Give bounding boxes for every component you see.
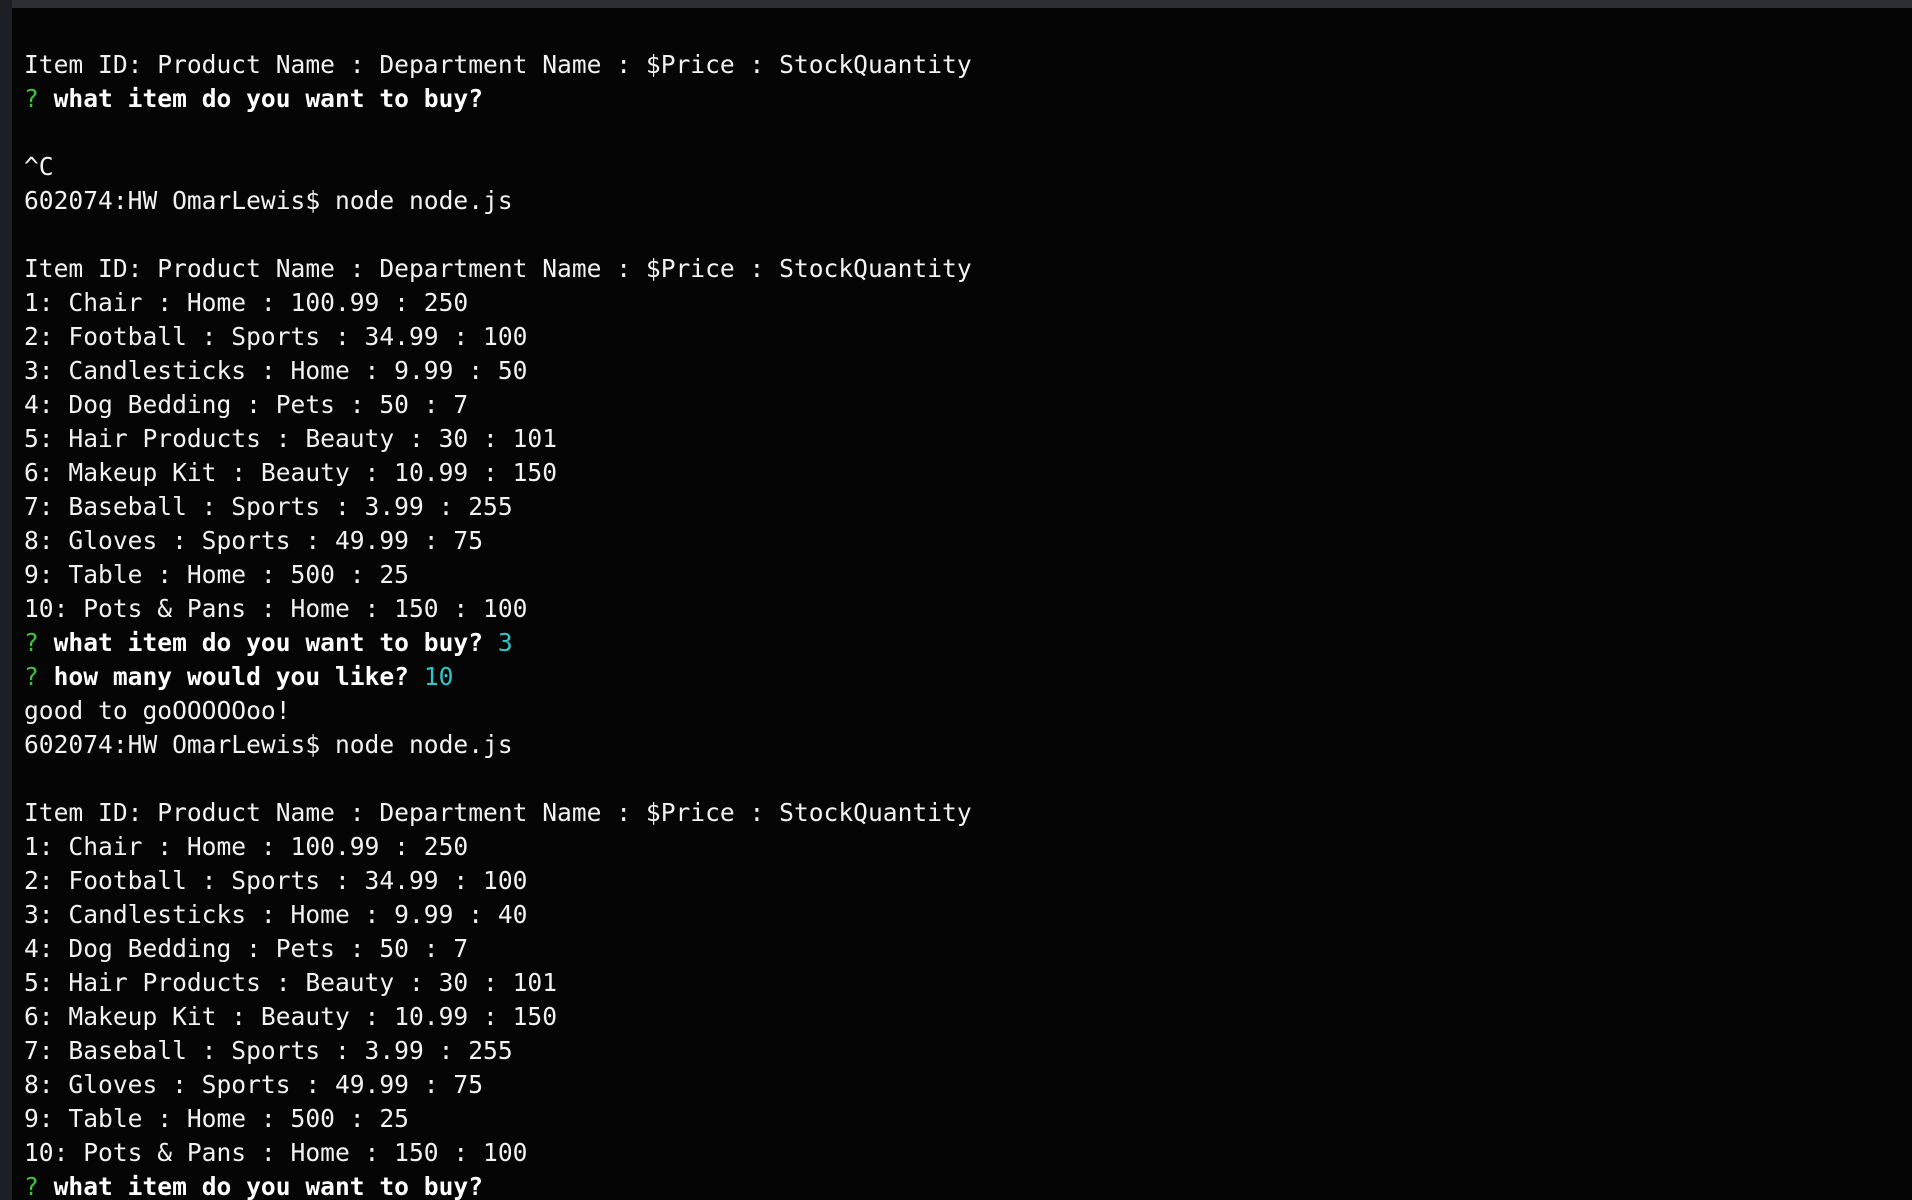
output-line: 7: Baseball : Sports : 3.99 : 255 (24, 1036, 513, 1065)
output-line: Item ID: Product Name : Department Name … (24, 254, 972, 283)
output-line: 1: Chair : Home : 100.99 : 250 (24, 288, 469, 317)
output-line: 4: Dog Bedding : Pets : 50 : 7 (24, 934, 469, 963)
answer-text: 3 (497, 628, 513, 657)
output-line: 3: Candlesticks : Home : 9.99 : 40 (24, 900, 528, 929)
output-line: 9: Table : Home : 500 : 25 (24, 560, 409, 589)
output-line: 1: Chair : Home : 100.99 : 250 (24, 832, 469, 861)
output-line: 6: Makeup Kit : Beauty : 10.99 : 150 (24, 458, 558, 487)
output-line: 2: Football : Sports : 34.99 : 100 (24, 866, 528, 895)
output-line: 9: Table : Home : 500 : 25 (24, 1104, 409, 1133)
window-left-edge (0, 0, 12, 1200)
question-text: what item do you want to buy? (53, 1172, 484, 1200)
question-text: what item do you want to buy? (53, 84, 484, 113)
output-line: 8: Gloves : Sports : 49.99 : 75 (24, 1070, 484, 1099)
terminal-output: Item ID: Product Name : Department Name … (24, 48, 1912, 1200)
output-line: 2: Football : Sports : 34.99 : 100 (24, 322, 528, 351)
prompt-question-line: ? what item do you want to buy? 3 (24, 626, 1912, 660)
output-line: 5: Hair Products : Beauty : 30 : 101 (24, 968, 558, 997)
prompt-question-line: ? what item do you want to buy? (24, 1170, 1912, 1200)
output-line: good to goOOOOOoo! (24, 696, 291, 725)
question-mark-icon: ? (24, 84, 39, 113)
question-text: what item do you want to buy? (53, 628, 484, 657)
answer-text: 10 (423, 662, 454, 691)
output-line: ^C (24, 152, 54, 181)
output-line: 3: Candlesticks : Home : 9.99 : 50 (24, 356, 528, 385)
question-mark-icon: ? (24, 628, 39, 657)
output-line: 4: Dog Bedding : Pets : 50 : 7 (24, 390, 469, 419)
question-mark-icon: ? (24, 1172, 39, 1200)
output-line: 10: Pots & Pans : Home : 150 : 100 (24, 1138, 528, 1167)
question-text: how many would you like? (53, 662, 409, 691)
window-top-edge (0, 0, 1912, 8)
output-line: Item ID: Product Name : Department Name … (24, 50, 972, 79)
question-mark-icon: ? (24, 662, 39, 691)
prompt-question-line: ? how many would you like? 10 (24, 660, 1912, 694)
output-line: Item ID: Product Name : Department Name … (24, 798, 972, 827)
output-line: 5: Hair Products : Beauty : 30 : 101 (24, 424, 558, 453)
output-line: 602074:HW OmarLewis$ node node.js (24, 730, 513, 759)
output-line: 8: Gloves : Sports : 49.99 : 75 (24, 526, 484, 555)
output-line: 602074:HW OmarLewis$ node node.js (24, 186, 513, 215)
prompt-question-line: ? what item do you want to buy? (24, 82, 1912, 116)
output-line: 7: Baseball : Sports : 3.99 : 255 (24, 492, 513, 521)
output-line: 6: Makeup Kit : Beauty : 10.99 : 150 (24, 1002, 558, 1031)
terminal-window[interactable]: Item ID: Product Name : Department Name … (12, 8, 1912, 1200)
output-line: 10: Pots & Pans : Home : 150 : 100 (24, 594, 528, 623)
